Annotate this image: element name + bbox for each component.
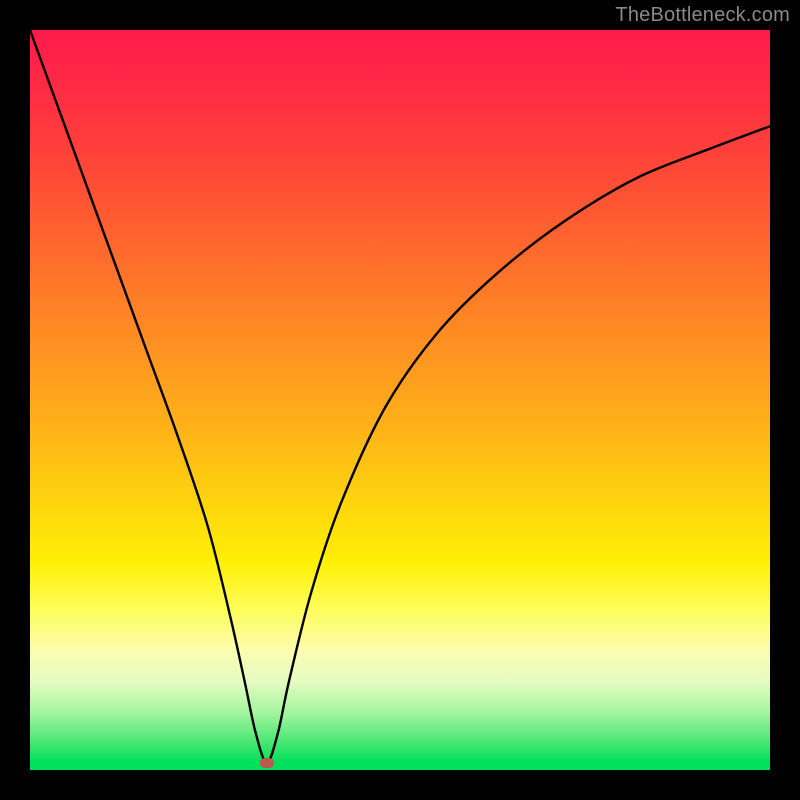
chart-frame: TheBottleneck.com [0,0,800,800]
plot-area [30,30,770,770]
optimal-point-marker [260,758,274,768]
watermark-text: TheBottleneck.com [615,4,790,27]
bottleneck-curve [30,30,770,770]
